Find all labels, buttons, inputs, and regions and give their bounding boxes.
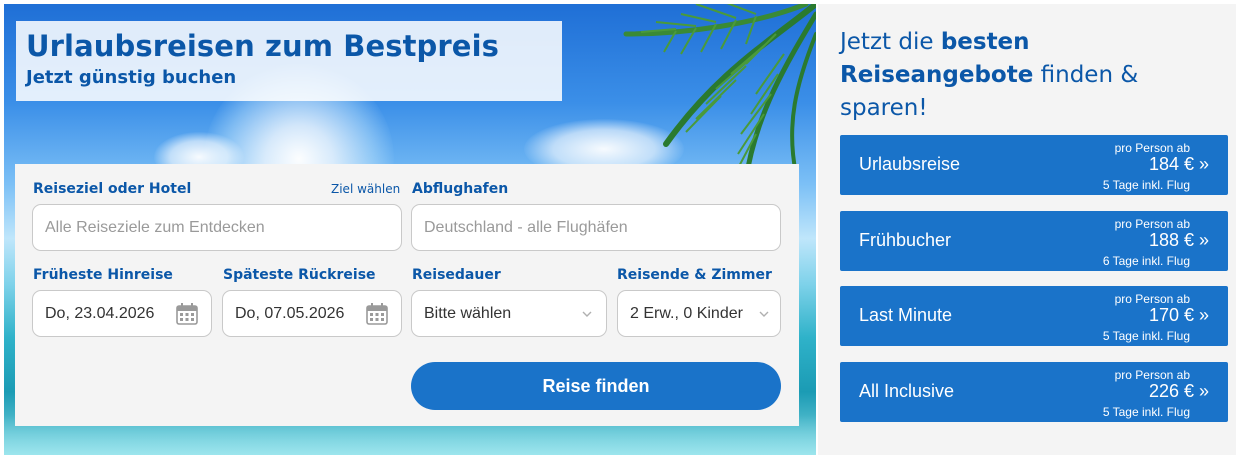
- duration-value: Bitte wählen: [424, 304, 512, 322]
- panel-heading-pre: Jetzt die: [840, 29, 941, 55]
- deal-per-person: pro Person ab: [1114, 217, 1190, 231]
- duration-select[interactable]: Bitte wählen: [411, 290, 607, 337]
- departure-date-value: Do, 23.04.2026: [45, 304, 155, 322]
- deal-all-inclusive[interactable]: All Inclusive pro Person ab 226 € » 5 Ta…: [840, 362, 1228, 422]
- return-label: Späteste Rückreise: [223, 267, 376, 283]
- return-date-value: Do, 07.05.2026: [235, 304, 345, 322]
- deal-per-person: pro Person ab: [1114, 292, 1190, 306]
- page-subtitle: Jetzt günstig buchen: [26, 67, 237, 88]
- search-form: Reiseziel oder Hotel Ziel wählen Abflugh…: [15, 164, 799, 426]
- airport-input[interactable]: Deutschland - alle Flughäfen: [411, 204, 781, 251]
- deal-price: 170 € »: [1148, 305, 1209, 325]
- airport-label: Abflughafen: [412, 181, 509, 197]
- destination-placeholder: Alle Reiseziele zum Entdecken: [45, 218, 265, 236]
- deal-name: Last Minute: [859, 305, 953, 325]
- destination-label: Reiseziel oder Hotel: [33, 181, 192, 197]
- calendar-icon[interactable]: [366, 303, 388, 325]
- deal-price: 184 € »: [1148, 154, 1209, 174]
- duration-label: Reisedauer: [412, 267, 501, 283]
- deal-price: 188 € »: [1148, 230, 1209, 250]
- deal-duration: 5 Tage inkl. Flug: [1102, 405, 1190, 419]
- travelers-label: Reisende & Zimmer: [617, 267, 772, 283]
- deal-duration: 5 Tage inkl. Flug: [1102, 178, 1190, 192]
- calendar-icon[interactable]: [176, 303, 198, 325]
- deals-panel: Jetzt die besten Reiseangebote finden & …: [818, 4, 1236, 455]
- chevron-down-icon: [759, 311, 769, 317]
- deal-duration: 5 Tage inkl. Flug: [1102, 329, 1190, 343]
- deal-fruehbucher[interactable]: Frühbucher pro Person ab 188 € » 6 Tage …: [840, 211, 1228, 271]
- deal-last-minute[interactable]: Last Minute pro Person ab 170 € » 5 Tage…: [840, 286, 1228, 346]
- deal-per-person: pro Person ab: [1114, 368, 1190, 382]
- destination-input[interactable]: Alle Reiseziele zum Entdecken: [32, 204, 402, 251]
- deal-price: 226 € »: [1148, 381, 1209, 401]
- panel-heading: Jetzt die besten Reiseangebote finden & …: [840, 26, 1220, 125]
- choose-destination-link[interactable]: Ziel wählen: [331, 182, 400, 196]
- airport-placeholder: Deutschland - alle Flughäfen: [424, 218, 628, 236]
- return-date-field[interactable]: Do, 07.05.2026: [222, 290, 402, 337]
- travelers-value: 2 Erw., 0 Kinder: [630, 304, 743, 322]
- page-title: Urlaubsreisen zum Bestpreis: [26, 29, 499, 63]
- deal-per-person: pro Person ab: [1114, 141, 1190, 155]
- title-box: Urlaubsreisen zum Bestpreis Jetzt günsti…: [16, 21, 562, 101]
- deal-duration: 6 Tage inkl. Flug: [1102, 254, 1190, 268]
- deal-name: Urlaubsreise: [859, 154, 961, 174]
- deal-urlaubsreise[interactable]: Urlaubsreise pro Person ab 184 € » 5 Tag…: [840, 135, 1228, 195]
- deal-name: All Inclusive: [859, 381, 955, 401]
- travelers-select[interactable]: 2 Erw., 0 Kinder: [617, 290, 781, 337]
- departure-date-field[interactable]: Do, 23.04.2026: [32, 290, 212, 337]
- departure-label: Früheste Hinreise: [33, 267, 173, 283]
- chevron-down-icon: [582, 311, 592, 317]
- deal-name: Frühbucher: [859, 230, 952, 250]
- find-trip-button[interactable]: Reise finden: [411, 362, 781, 410]
